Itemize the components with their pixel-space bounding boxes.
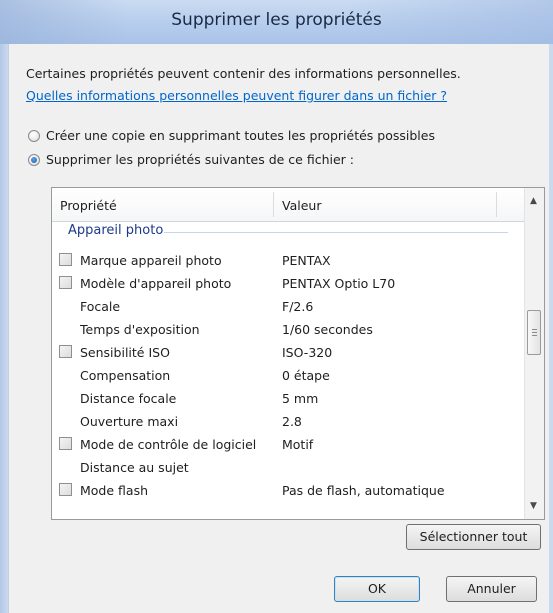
title-bar[interactable]: Supprimer les propriétés <box>0 0 553 44</box>
list-item[interactable]: Focale F/2.6 <box>52 295 524 318</box>
list-item[interactable]: Modèle d'appareil photo PENTAX Optio L70 <box>52 272 524 295</box>
info-text: Certaines propriétés peuvent contenir de… <box>26 66 461 81</box>
radio-remove-properties[interactable] <box>28 153 40 166</box>
property-value: 1/60 secondes <box>282 322 373 337</box>
list-item[interactable]: Sensibilité ISO ISO-320 <box>52 341 524 364</box>
column-separator[interactable] <box>496 192 497 217</box>
scrollbar-thumb[interactable] <box>527 310 541 355</box>
row-checkbox[interactable] <box>59 437 72 450</box>
row-checkbox[interactable] <box>59 253 72 266</box>
column-separator[interactable] <box>273 192 274 217</box>
list-item[interactable]: Distance au sujet <box>52 456 524 479</box>
property-name: Compensation <box>80 368 171 383</box>
list-item[interactable]: Marque appareil photo PENTAX <box>52 249 524 272</box>
property-name: Marque appareil photo <box>80 253 222 268</box>
radio-create-copy[interactable] <box>28 129 40 142</box>
property-value: 5 mm <box>282 391 319 406</box>
list-item[interactable]: Ouverture maxi 2.8 <box>52 410 524 433</box>
option-create-copy[interactable]: Créer une copie en supprimant toutes les… <box>28 128 435 143</box>
row-checkbox[interactable] <box>59 345 72 358</box>
list-item[interactable]: Mode flash Pas de flash, automatique <box>52 479 524 502</box>
row-checkbox[interactable] <box>59 276 72 289</box>
list-item[interactable]: Compensation 0 étape <box>52 364 524 387</box>
property-name: Distance focale <box>80 391 177 406</box>
property-name: Ouverture maxi <box>80 414 179 429</box>
property-value: 0 étape <box>282 368 330 383</box>
property-name: Mode flash <box>80 483 148 498</box>
property-name: Focale <box>80 299 121 314</box>
property-value: Motif <box>282 437 314 452</box>
list-item[interactable]: Mode de contrôle de logiciel Motif <box>52 433 524 456</box>
select-all-button[interactable]: Sélectionner tout <box>406 524 541 550</box>
list-item[interactable]: Temps d'exposition 1/60 secondes <box>52 318 524 341</box>
group-header-camera: Appareil photo <box>68 223 164 238</box>
property-name: Temps d'exposition <box>80 322 200 337</box>
property-value: F/2.6 <box>282 299 314 314</box>
scroll-down-arrow-icon[interactable]: ▼ <box>530 501 537 511</box>
cancel-button[interactable]: Annuler <box>446 576 537 602</box>
scroll-up-arrow-icon[interactable]: ▲ <box>530 196 537 206</box>
property-name: Modèle d'appareil photo <box>80 276 232 291</box>
property-value: PENTAX <box>282 253 331 268</box>
column-header-value[interactable]: Valeur <box>282 198 321 213</box>
option-remove-properties[interactable]: Supprimer les propriétés suivantes de ce… <box>28 152 354 167</box>
list-item[interactable]: Distance focale 5 mm <box>52 387 524 410</box>
personal-info-link[interactable]: Quelles informations personnelles peuven… <box>26 88 447 103</box>
option-create-copy-label: Créer une copie en supprimant toutes les… <box>46 128 435 143</box>
list-header: Propriété Valeur <box>52 188 524 222</box>
option-remove-properties-label: Supprimer les propriétés suivantes de ce… <box>46 152 354 167</box>
window-frame-left <box>0 44 8 613</box>
property-value: ISO-320 <box>282 345 333 360</box>
property-name: Sensibilité ISO <box>80 345 170 360</box>
dialog-title: Supprimer les propriétés <box>171 10 382 30</box>
vertical-scrollbar[interactable]: ▲ ▼ <box>524 188 544 519</box>
property-name: Mode de contrôle de logiciel <box>80 437 257 452</box>
property-value: Pas de flash, automatique <box>282 483 445 498</box>
ok-button[interactable]: OK <box>334 576 420 602</box>
grip-line <box>532 332 537 333</box>
group-divider <box>164 232 508 233</box>
grip-line <box>532 329 537 330</box>
property-value: 2.8 <box>282 414 302 429</box>
window-frame-right <box>549 44 553 613</box>
column-header-property[interactable]: Propriété <box>60 198 117 213</box>
grip-line <box>532 335 537 336</box>
row-checkbox[interactable] <box>59 483 72 496</box>
properties-list[interactable]: Propriété Valeur Appareil photo Marque a… <box>51 187 545 520</box>
property-value: PENTAX Optio L70 <box>282 276 396 291</box>
property-name: Distance au sujet <box>80 460 189 475</box>
